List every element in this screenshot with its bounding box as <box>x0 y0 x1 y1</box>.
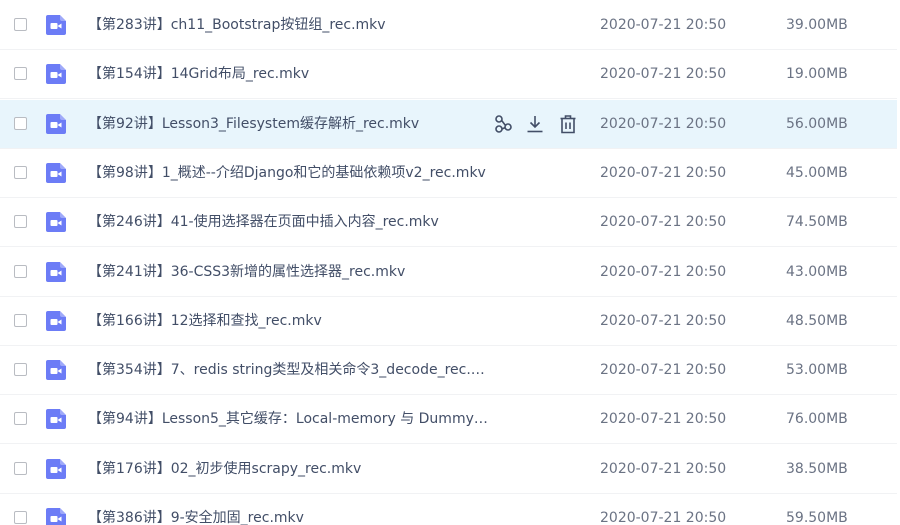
download-icon[interactable] <box>524 113 546 135</box>
file-row[interactable]: 【第241讲】36-CSS3新增的属性选择器_rec.mkv 2020-07-21… <box>0 248 897 297</box>
file-row[interactable]: 【第246讲】41-使用选择器在页面中插入内容_rec.mkv 2020-07-2… <box>0 198 897 248</box>
row-checkbox[interactable] <box>14 116 27 130</box>
file-name[interactable]: 【第92讲】Lesson3_Filesystem缓存解析_rec.mkv <box>88 115 488 133</box>
video-file-icon <box>45 310 67 336</box>
row-checkbox[interactable] <box>14 264 27 278</box>
row-checkbox[interactable] <box>14 215 27 229</box>
video-file-icon <box>45 359 67 385</box>
file-size: 19.00MB <box>786 66 848 83</box>
file-size: 76.00MB <box>786 411 848 428</box>
file-date: 2020-07-21 20:50 <box>600 312 727 329</box>
file-size: 38.50MB <box>786 460 848 477</box>
file-date: 2020-07-21 20:50 <box>600 66 727 83</box>
file-date: 2020-07-21 20:50 <box>600 411 727 428</box>
row-checkbox[interactable] <box>14 412 27 426</box>
file-date: 2020-07-21 20:50 <box>600 362 727 379</box>
row-checkbox[interactable] <box>14 165 27 179</box>
file-row[interactable]: 【第94讲】Lesson5_其它缓存：Local-memory 与 Dummy(… <box>0 395 897 445</box>
file-row[interactable]: 【第283讲】ch11_Bootstrap按钮组_rec.mkv 2020-07-… <box>0 1 897 50</box>
file-name[interactable]: 【第166讲】12选择和查找_rec.mkv <box>88 312 488 330</box>
file-size: 48.50MB <box>786 312 848 329</box>
file-date: 2020-07-21 20:50 <box>600 263 727 280</box>
file-name[interactable]: 【第241讲】36-CSS3新增的属性选择器_rec.mkv <box>88 263 488 281</box>
row-checkbox[interactable] <box>14 313 27 327</box>
file-name[interactable]: 【第98讲】1_概述--介绍Django和它的基础依赖项v2_rec.mkv <box>88 164 488 182</box>
video-file-icon <box>45 458 67 484</box>
file-date: 2020-07-21 20:50 <box>600 460 727 477</box>
file-list: 【第283讲】ch11_Bootstrap按钮组_rec.mkv 2020-07-… <box>0 0 900 525</box>
video-file-icon <box>45 113 67 139</box>
file-name[interactable]: 【第386讲】9-安全加固_rec.mkv <box>88 509 488 525</box>
file-name[interactable]: 【第283讲】ch11_Bootstrap按钮组_rec.mkv <box>88 16 488 34</box>
file-row[interactable]: 【第98讲】1_概述--介绍Django和它的基础依赖项v2_rec.mkv 20… <box>0 149 897 198</box>
file-name[interactable]: 【第246讲】41-使用选择器在页面中插入内容_rec.mkv <box>88 213 488 231</box>
delete-icon[interactable] <box>557 113 579 135</box>
file-row[interactable]: 【第154讲】14Grid布局_rec.mkv 2020-07-21 20:50 1… <box>0 50 897 100</box>
file-date: 2020-07-21 20:50 <box>600 115 727 132</box>
file-row[interactable]: 【第354讲】7、redis string类型及相关命令3_decode_rec… <box>0 346 897 396</box>
file-size: 45.00MB <box>786 164 848 181</box>
file-name[interactable]: 【第94讲】Lesson5_其它缓存：Local-memory 与 Dummy(… <box>88 410 488 428</box>
row-checkbox[interactable] <box>14 67 27 81</box>
file-date: 2020-07-21 20:50 <box>600 17 727 33</box>
file-row[interactable]: 【第166讲】12选择和查找_rec.mkv 2020-07-21 20:50 48… <box>0 297 897 346</box>
row-checkbox[interactable] <box>14 511 27 524</box>
file-size: 74.50MB <box>786 214 848 231</box>
file-date: 2020-07-21 20:50 <box>600 510 727 525</box>
video-file-icon <box>45 162 67 188</box>
row-checkbox[interactable] <box>14 461 27 475</box>
file-size: 39.00MB <box>786 17 848 33</box>
file-size: 56.00MB <box>786 115 848 132</box>
share-icon[interactable] <box>492 113 514 135</box>
file-row[interactable]: 【第92讲】Lesson3_Filesystem缓存解析_rec.mkv 2020… <box>0 99 897 149</box>
file-name[interactable]: 【第354讲】7、redis string类型及相关命令3_decode_rec… <box>88 361 488 379</box>
file-row[interactable]: 【第386讲】9-安全加固_rec.mkv 2020-07-21 20:50 59.… <box>0 494 897 525</box>
row-actions <box>492 113 584 135</box>
row-checkbox[interactable] <box>14 363 27 377</box>
file-row[interactable]: 【第176讲】02_初步使用scrapy_rec.mkv 2020-07-21 2… <box>0 445 897 494</box>
file-size: 43.00MB <box>786 263 848 280</box>
row-checkbox[interactable] <box>14 18 27 31</box>
video-file-icon <box>45 63 67 89</box>
video-file-icon <box>45 261 67 287</box>
video-file-icon <box>45 14 67 40</box>
file-name[interactable]: 【第176讲】02_初步使用scrapy_rec.mkv <box>88 460 488 478</box>
file-date: 2020-07-21 20:50 <box>600 214 727 231</box>
file-size: 53.00MB <box>786 362 848 379</box>
video-file-icon <box>45 211 67 237</box>
file-name[interactable]: 【第154讲】14Grid布局_rec.mkv <box>88 65 488 83</box>
video-file-icon <box>45 507 67 525</box>
file-date: 2020-07-21 20:50 <box>600 164 727 181</box>
video-file-icon <box>45 408 67 434</box>
file-size: 59.50MB <box>786 510 848 525</box>
